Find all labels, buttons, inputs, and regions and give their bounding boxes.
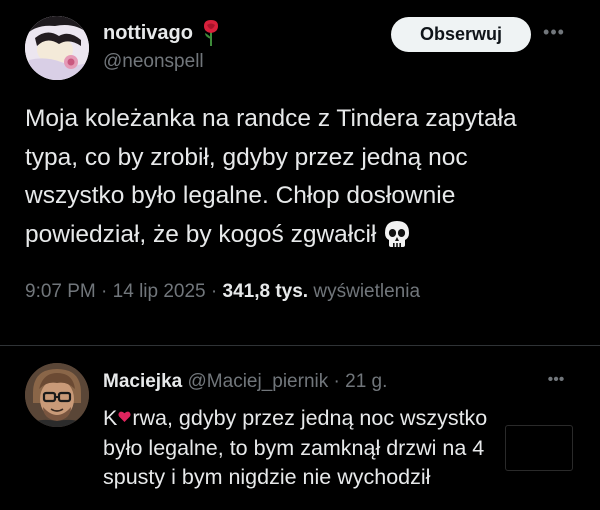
post-text-line: powiedział, że by kogoś zgwałcił	[25, 220, 377, 248]
author-name[interactable]: nottivago	[103, 22, 193, 45]
post-text-line: wszystko było legalne. Chłop dosłownie	[25, 182, 456, 209]
post-text-line: Moja koleżanka na randce z Tindera zapyt…	[25, 105, 517, 132]
reply-text-line: spusty i bym nigdzie nie wychodził	[103, 465, 431, 489]
rose-icon	[201, 19, 221, 47]
reply-header: Maciejka @Maciej_piernik · 21 g.	[103, 371, 387, 393]
post-meta: 9:07 PM · 14 lip 2025 · 341,8 tys. wyświ…	[25, 281, 420, 303]
reply-more-icon[interactable]: •••	[541, 371, 571, 388]
follow-button[interactable]: Obserwuj	[391, 17, 531, 52]
more-icon[interactable]: •••	[539, 22, 569, 42]
author-name-row[interactable]: nottivago	[103, 19, 221, 47]
meta-separator: ·	[101, 281, 108, 302]
post-time[interactable]: 9:07 PM	[25, 281, 96, 302]
reply-author-handle[interactable]: @Maciej_piernik	[188, 371, 329, 392]
heart-icon	[118, 402, 131, 422]
watermark-box	[505, 425, 573, 471]
author-handle[interactable]: @neonspell	[103, 51, 204, 73]
post-text-last-line: powiedział, że by kogoś zgwałcił	[25, 216, 585, 255]
author-avatar[interactable]	[25, 16, 89, 80]
skull-icon	[382, 219, 412, 249]
reply-text: Krwa, gdyby przez jedną noc wszystko był…	[103, 402, 573, 493]
reply-avatar[interactable]	[25, 363, 89, 427]
reply-separator: ·	[333, 371, 340, 392]
main-post: nottivago @neonspell Obserwuj ••• Moja k…	[0, 0, 600, 345]
reply-post: Maciejka @Maciej_piernik · 21 g. ••• Krw…	[0, 346, 600, 510]
reply-text-start: K	[103, 406, 118, 430]
reply-author-name[interactable]: Maciejka	[103, 371, 182, 392]
post-text-line: typa, co by zrobił, gdyby przez jedną no…	[25, 143, 468, 171]
reply-text-end: rwa, gdyby przez jedną noc wszystko	[132, 406, 488, 430]
reply-text-first-line: Krwa, gdyby przez jedną noc wszystko	[103, 402, 573, 434]
views-count[interactable]: 341,8 tys.	[223, 281, 309, 302]
post-text: Moja koleżanka na randce z Tindera zapyt…	[25, 100, 585, 254]
post-date[interactable]: 14 lip 2025	[113, 281, 206, 302]
avatar-image	[25, 16, 89, 80]
views-label: wyświetlenia	[313, 281, 421, 302]
reply-avatar-image	[25, 363, 89, 427]
reply-time[interactable]: 21 g.	[345, 371, 387, 392]
reply-text-line: było legalne, to bym zamknął drzwi na 4	[103, 435, 485, 460]
meta-separator: ·	[210, 281, 218, 302]
